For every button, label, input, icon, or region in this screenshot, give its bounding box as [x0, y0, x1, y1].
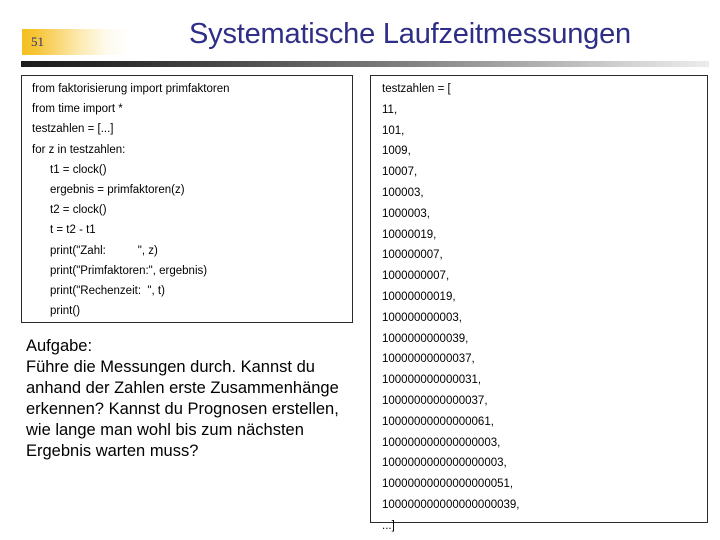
- number-line: 1000000007,: [382, 270, 450, 283]
- code-line: print("Primfaktoren:", ergebnis): [50, 264, 208, 277]
- aufgabe-line: wie lange man wohl bis zum nächsten: [26, 421, 304, 439]
- number-line: 100000000000031,: [382, 374, 482, 387]
- number-line: 100000007,: [382, 249, 443, 262]
- number-line: 1000000000000037,: [382, 395, 488, 407]
- slide-header: 51 Systematische Laufzeitmessungen: [0, 0, 720, 68]
- number-line: 10000000019,: [382, 291, 456, 303]
- page-number-label: 51: [31, 34, 44, 49]
- code-line: print(): [50, 305, 81, 318]
- code-line: t2 = clock(): [50, 204, 107, 217]
- code-line: print("Rechenzeit: ", t): [50, 285, 165, 297]
- number-line: 10007,: [382, 166, 418, 179]
- number-line: 100003,: [382, 187, 424, 199]
- number-line: 1000000000039,: [382, 332, 469, 345]
- number-line: 11,: [382, 103, 398, 116]
- code-line: t1 = clock(): [50, 163, 107, 176]
- number-line: 100000000000000003,: [382, 436, 501, 449]
- number-line: 1000000000000000003,: [382, 457, 507, 470]
- number-line: testzahlen = [: [382, 83, 451, 95]
- number-line: 10000019,: [382, 228, 437, 241]
- code-line: print("Zahl: ", z): [50, 244, 158, 257]
- code-line: for z in testzahlen:: [32, 143, 126, 156]
- aufgabe-line: erkennen? Kannst du Prognosen erstellen,: [26, 400, 339, 418]
- code-line: testzahlen = [...]: [32, 123, 114, 136]
- aufgabe-line: Führe die Messungen durch. Kannst du: [26, 358, 315, 376]
- number-line: 100000000003,: [382, 311, 462, 324]
- number-line: ...]: [382, 519, 395, 532]
- code-line: ergebnis = primfaktoren(z): [50, 184, 185, 196]
- number-line: 101,: [382, 124, 405, 137]
- number-line: 1000003,: [382, 207, 430, 220]
- aufgabe-text-block: Aufgabe: Führe die Messungen durch. Kanns…: [26, 336, 356, 462]
- numbers-panel: testzahlen = [ 11, 101, 1009, 10007, 100003, 1…: [370, 75, 708, 532]
- number-line: 10000000000000061,: [382, 415, 494, 428]
- number-line: 100000000000000000039,: [382, 499, 520, 511]
- number-line: 1009,: [382, 145, 411, 158]
- number-line: 10000000000000000051,: [382, 478, 514, 491]
- aufgabe-line: Ergebnis warten muss?: [26, 442, 199, 460]
- code-line: t = t2 - t1: [50, 224, 96, 237]
- number-line: 10000000000037,: [382, 353, 475, 366]
- aufgabe-line: anhand der Zahlen erste Zusammenhänge: [26, 379, 339, 397]
- code-line: from faktorisierung import primfaktoren: [32, 83, 230, 95]
- code-line: from time import *: [32, 103, 123, 116]
- aufgabe-line: Aufgabe:: [26, 337, 93, 355]
- page-title: Systematische Laufzeitmessungen: [189, 18, 631, 50]
- code-panel: from faktorisierung import primfaktoren f…: [21, 75, 353, 323]
- header-divider: [21, 61, 709, 67]
